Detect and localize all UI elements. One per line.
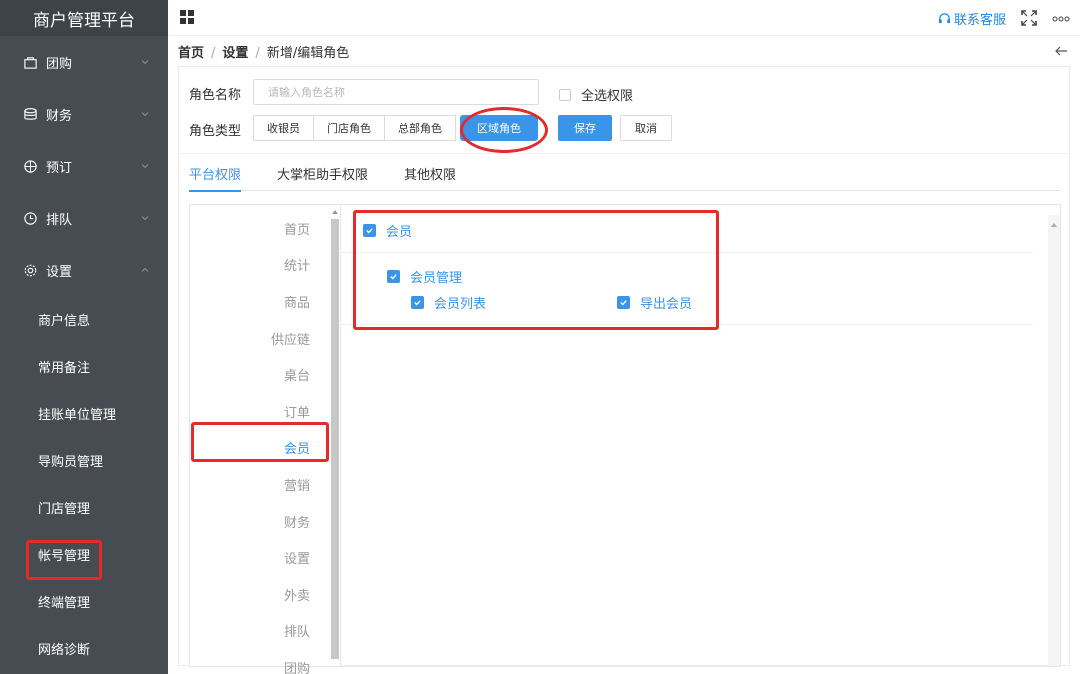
nav-group-tuangou[interactable]: 团购 — [0, 36, 168, 88]
apps-grid-icon[interactable] — [180, 10, 195, 25]
divider — [341, 252, 1033, 253]
nav-group-finance[interactable]: 财务 — [0, 88, 168, 140]
content-scrollbar[interactable] — [1048, 215, 1060, 666]
chevron-down-icon — [141, 164, 149, 169]
breadcrumb-home[interactable]: 首页 — [178, 46, 204, 61]
select-all-checkbox[interactable]: 全选权限 — [559, 85, 633, 104]
perm-menu-item[interactable]: 设置 — [190, 539, 340, 576]
breadcrumb-current: 新增/编辑角色 — [266, 46, 350, 61]
menu-scrollbar[interactable] — [331, 219, 339, 659]
nav-group-settings[interactable]: 设置 — [0, 244, 168, 296]
nav-group-label: 财务 — [46, 108, 73, 124]
perm-menu-item[interactable]: 首页 — [190, 210, 340, 247]
tab-assistant-permissions[interactable]: 大掌柜助手权限 — [277, 163, 368, 191]
perm-menu-item-member[interactable]: 会员 — [190, 430, 340, 467]
perm-menu-item[interactable]: 供应链 — [190, 320, 340, 357]
checkbox-checked-icon — [387, 270, 400, 283]
sidebar-item-common-notes[interactable]: 常用备注 — [0, 343, 168, 390]
save-button[interactable]: 保存 — [558, 115, 612, 141]
permission-menu: 首页 统计 商品 供应链 桌台 订单 会员 营销 财务 设置 外卖 排队 团购 — [190, 205, 340, 674]
nav-group-booking[interactable]: 预订 — [0, 140, 168, 192]
topbar: 联系客服 — [168, 0, 1080, 36]
breadcrumb-settings[interactable]: 设置 — [222, 46, 248, 61]
more-options-icon[interactable] — [1052, 16, 1070, 22]
role-type-cashier[interactable]: 收银员 — [253, 115, 314, 141]
bag-icon — [22, 54, 38, 70]
scroll-up-arrow-icon[interactable] — [331, 208, 339, 216]
perm-menu-item[interactable]: 订单 — [190, 393, 340, 430]
permission-content: 会员 会员管理 会员列表 导出会员 — [340, 205, 1060, 666]
role-name-input[interactable] — [253, 79, 539, 105]
back-arrow-icon[interactable] — [1054, 44, 1068, 58]
sidebar-item-network-diagnosis[interactable]: 网络诊断 — [0, 625, 168, 672]
sidebar-item-accounts[interactable]: 帐号管理 — [0, 531, 168, 578]
sidebar-item-terminals[interactable]: 终端管理 — [0, 578, 168, 625]
chevron-down-icon — [141, 216, 149, 221]
tab-other-permissions[interactable]: 其他权限 — [404, 163, 456, 191]
permission-panel: 首页 统计 商品 供应链 桌台 订单 会员 营销 财务 设置 外卖 排队 团购 … — [189, 204, 1061, 674]
divider — [179, 153, 1069, 154]
checkbox-box — [559, 88, 571, 101]
perm-menu-item[interactable]: 外卖 — [190, 576, 340, 613]
nav-group-queue[interactable]: 排队 — [0, 192, 168, 244]
nav-group-label: 预订 — [46, 160, 73, 176]
divider — [341, 324, 1033, 325]
role-type-hq[interactable]: 总部角色 — [385, 115, 456, 141]
nav-group-label: 团购 — [46, 56, 73, 72]
role-type-label: 角色类型 — [189, 124, 242, 139]
gear-icon — [22, 262, 38, 278]
sidebar-item-shopping-guides[interactable]: 导购员管理 — [0, 437, 168, 484]
role-type-store[interactable]: 门店角色 — [314, 115, 385, 141]
checkbox-checked-icon — [363, 224, 376, 237]
permission-tabs: 平台权限 大掌柜助手权限 其他权限 — [189, 163, 1061, 192]
member-list-checkbox[interactable]: 会员列表 — [411, 293, 486, 312]
chevron-down-icon — [141, 112, 149, 117]
compass-icon — [22, 158, 38, 174]
role-type-selector: 收银员 门店角色 总部角色 区域角色 — [253, 115, 538, 141]
cancel-button[interactable]: 取消 — [620, 115, 672, 141]
perm-menu-item[interactable]: 桌台 — [190, 356, 340, 393]
export-member-checkbox[interactable]: 导出会员 — [617, 293, 692, 312]
clock-icon — [22, 210, 38, 226]
member-module-checkbox[interactable]: 会员 — [363, 221, 412, 240]
scroll-up-arrow-icon[interactable] — [1050, 221, 1058, 229]
checkbox-checked-icon — [411, 296, 424, 309]
headset-icon — [938, 13, 951, 24]
database-icon — [22, 106, 38, 122]
nav-group-label: 设置 — [46, 264, 73, 280]
tab-platform-permissions[interactable]: 平台权限 — [189, 163, 242, 192]
brand-title: 商户管理平台 — [0, 0, 168, 36]
chevron-up-icon — [141, 267, 149, 272]
perm-menu-item[interactable]: 排队 — [190, 613, 340, 650]
role-form-card: 角色名称 全选权限 角色类型 收银员 门店角色 总部角色 区域角色 保存 取消 … — [178, 66, 1070, 674]
contact-support-link[interactable]: 联系客服 — [938, 9, 1006, 28]
role-type-region[interactable]: 区域角色 — [460, 115, 538, 141]
sidebar-item-credit-units[interactable]: 挂账单位管理 — [0, 390, 168, 437]
perm-menu-item[interactable]: 财务 — [190, 503, 340, 540]
sidebar-item-stores[interactable]: 门店管理 — [0, 484, 168, 531]
perm-menu-item[interactable]: 统计 — [190, 247, 340, 284]
perm-menu-item[interactable]: 团购 — [190, 649, 340, 674]
perm-menu-item[interactable]: 商品 — [190, 283, 340, 320]
member-management-checkbox[interactable]: 会员管理 — [387, 267, 462, 286]
breadcrumb: 首页 / 设置 / 新增/编辑角色 — [178, 46, 350, 61]
checkbox-checked-icon — [617, 296, 630, 309]
sidebar-item-merchant-info[interactable]: 商户信息 — [0, 296, 168, 343]
role-name-label: 角色名称 — [189, 88, 242, 103]
nav-group-label: 排队 — [46, 212, 73, 228]
fullscreen-icon[interactable] — [1020, 9, 1038, 27]
chevron-down-icon — [141, 60, 149, 65]
sidebar: 商户管理平台 团购 财务 预订 排队 设置 商户信息 常用备注 挂账单位管理 导… — [0, 0, 168, 674]
perm-menu-item[interactable]: 营销 — [190, 466, 340, 503]
